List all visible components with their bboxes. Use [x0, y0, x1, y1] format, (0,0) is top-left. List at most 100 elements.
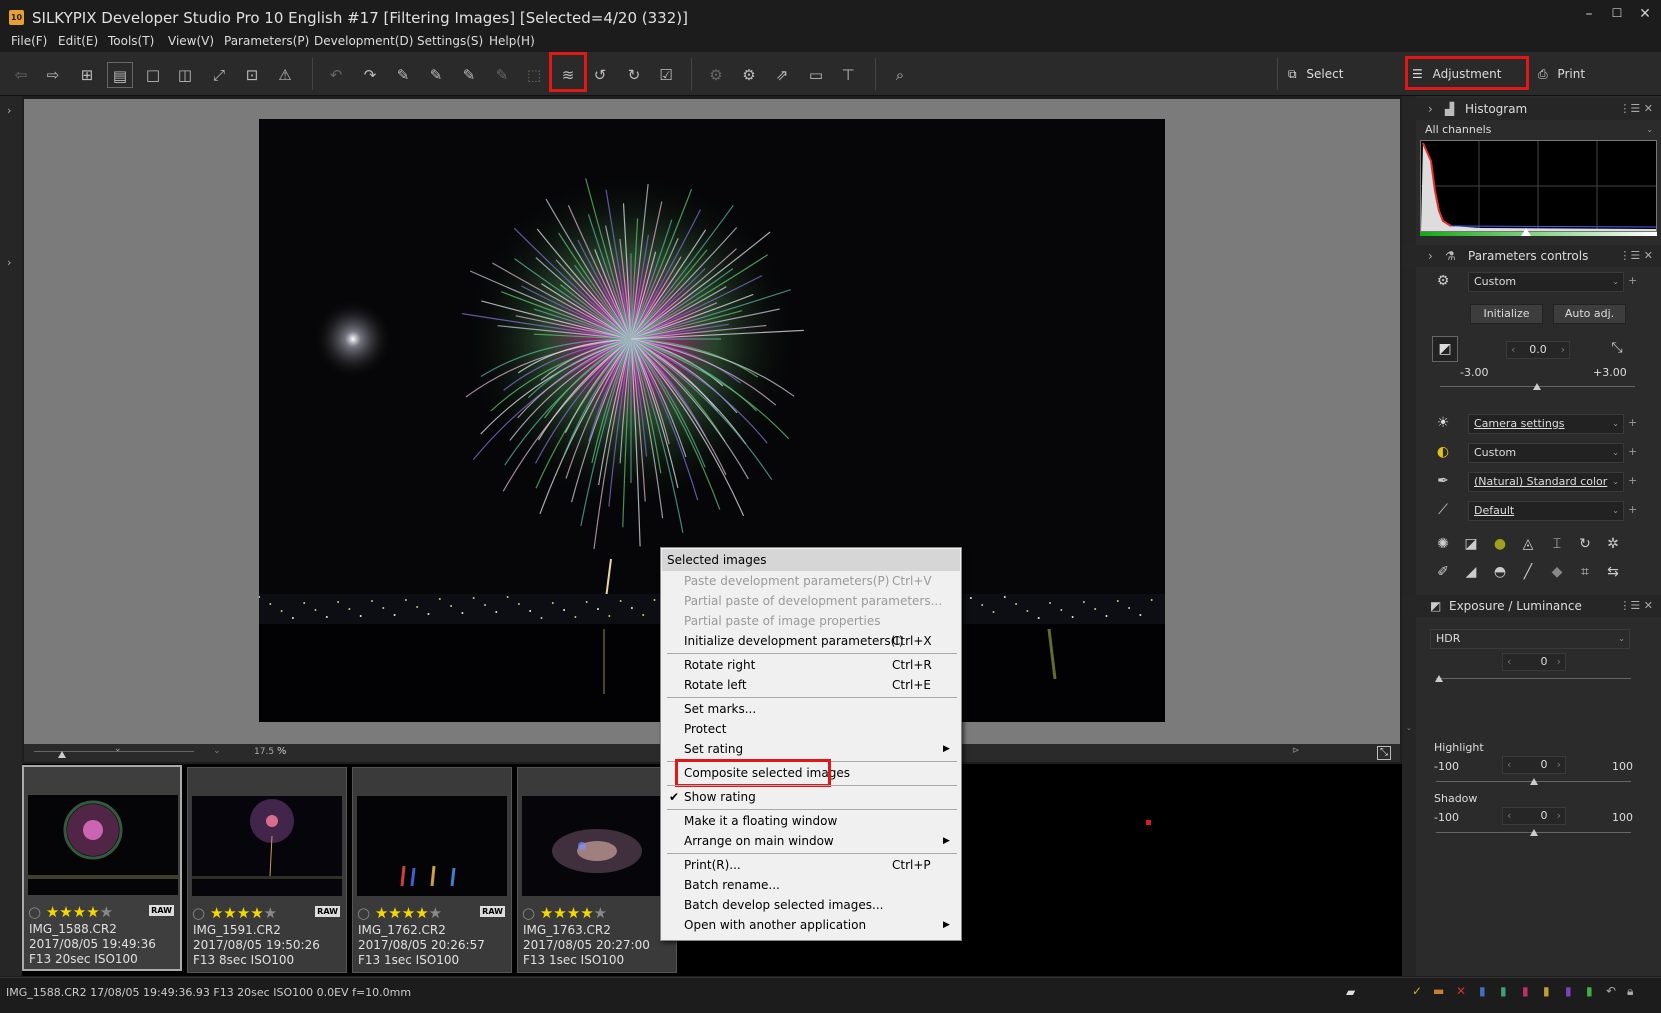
- back-icon[interactable]: ⇦: [8, 62, 34, 88]
- panel-menu-close-icon[interactable]: ⋮☰ ✕: [1619, 595, 1653, 617]
- gear-icon[interactable]: ⚙: [1433, 271, 1453, 291]
- thumbnail-card[interactable]: ○ ★★★★★ RAW IMG_1588.CR2 2017/08/05 19:4…: [22, 765, 182, 971]
- histogram-channel-select[interactable]: All channels ⌄: [1420, 121, 1657, 141]
- filmstrip-view-icon[interactable]: ▤: [107, 62, 133, 88]
- hdr-mode-select[interactable]: HDR ⌄: [1430, 629, 1630, 649]
- zoom-slider-knob[interactable]: [58, 751, 66, 758]
- zoom-dropdown-icon[interactable]: ⌄: [213, 746, 221, 756]
- batch-develop-icon[interactable]: ⚙: [703, 62, 729, 88]
- export-icon[interactable]: ⇗: [769, 62, 795, 88]
- brush-tool-icon[interactable]: ✐: [1433, 562, 1453, 582]
- fit-toggle-icon[interactable]: ⊳: [1292, 746, 1300, 756]
- exposure-luminance-header[interactable]: ◩ Exposure / Luminance ⋮☰ ✕: [1402, 595, 1661, 617]
- green-tag-icon[interactable]: ▮: [1500, 984, 1507, 998]
- thumbnail-card[interactable]: ○ ★★★★★ RAW IMG_1762.CR2 2017/08/05 20:2…: [352, 767, 512, 973]
- monitor-icon[interactable]: ▭: [803, 62, 829, 88]
- histogram-header[interactable]: › ▟ Histogram ⋮☰ ✕: [1402, 98, 1661, 120]
- undo-icon[interactable]: ↶: [323, 62, 349, 88]
- add-white-balance-icon[interactable]: +: [1628, 416, 1637, 429]
- menu-item-floating-window[interactable]: Make it a floating window: [684, 811, 954, 831]
- menu-edit[interactable]: Edit(E): [58, 34, 98, 48]
- shadow-spinner[interactable]: ‹ 0 ›: [1502, 807, 1566, 825]
- menu-item-batch-rename[interactable]: Batch rename...: [684, 875, 954, 895]
- rating-stars[interactable]: ○ ★★★★★: [522, 904, 607, 922]
- menu-item-open-with[interactable]: Open with another application: [684, 915, 954, 935]
- exposure-tool-icon[interactable]: ✺: [1433, 534, 1453, 554]
- highlight-slider-knob[interactable]: [1530, 778, 1538, 785]
- sync-params-icon[interactable]: ✎: [489, 62, 515, 88]
- green-tag-icon-2[interactable]: ▮: [1586, 984, 1593, 998]
- zoom-value[interactable]: 17.5: [254, 747, 274, 757]
- warning-icon[interactable]: ⚠: [272, 62, 298, 88]
- print-mode-button[interactable]: ⎙ Print: [1538, 58, 1585, 90]
- decrement-icon[interactable]: ‹: [1507, 808, 1511, 824]
- loupe-grid-icon[interactable]: ⊡: [239, 62, 265, 88]
- hdr-value[interactable]: 0: [1541, 655, 1548, 668]
- exposure-slider-knob[interactable]: [1533, 383, 1541, 390]
- increment-icon[interactable]: ›: [1561, 342, 1565, 358]
- develop-icon[interactable]: ⚙: [736, 62, 762, 88]
- exposure-value[interactable]: 0.0: [1529, 343, 1547, 356]
- display-mode-icon[interactable]: ▰: [1346, 985, 1355, 999]
- expand-viewer-icon[interactable]: ⤡: [1377, 746, 1391, 760]
- menu-item-batch-develop[interactable]: Batch develop selected images...: [684, 895, 954, 915]
- menu-file[interactable]: File(F): [11, 34, 47, 48]
- increment-icon[interactable]: ›: [1557, 654, 1561, 670]
- select-mode-button[interactable]: ⧉ Select: [1288, 58, 1343, 90]
- menu-item-set-marks[interactable]: Set marks...: [684, 699, 954, 719]
- noise-tool-icon[interactable]: ✲: [1603, 534, 1623, 554]
- white-balance-select[interactable]: Camera settings ⌄: [1468, 414, 1624, 434]
- auto-adj-button[interactable]: Auto adj.: [1553, 304, 1626, 324]
- exposure-bias-icon[interactable]: ◩: [1432, 336, 1458, 362]
- reject-filter-icon[interactable]: ✕: [1456, 984, 1466, 998]
- redo-icon[interactable]: ↷: [357, 62, 383, 88]
- transform-tool-icon[interactable]: ⇆: [1603, 562, 1623, 582]
- menu-item-set-rating[interactable]: Set rating: [684, 739, 954, 759]
- decrement-icon[interactable]: ‹: [1507, 757, 1511, 773]
- dust-tool-icon[interactable]: ◆: [1547, 562, 1567, 582]
- menu-tools[interactable]: Tools(T): [108, 34, 154, 48]
- menu-development[interactable]: Development(D): [314, 34, 413, 48]
- lock-filter-icon[interactable]: 🔒︎: [1627, 984, 1633, 999]
- menu-item-show-rating[interactable]: Show rating: [684, 787, 954, 807]
- thumbnail-card[interactable]: ○ ★★★★★ RAW IMG_1591.CR2 2017/08/05 19:5…: [187, 767, 347, 973]
- spot-tool-icon[interactable]: ╱: [1518, 562, 1538, 582]
- histogram-marker[interactable]: [1521, 228, 1531, 236]
- increment-icon[interactable]: ›: [1557, 757, 1561, 773]
- purple-tag-icon[interactable]: ▮: [1565, 984, 1572, 998]
- collapse-down-icon[interactable]: ⌄: [1406, 724, 1412, 732]
- crop-tool-icon[interactable]: ⌗: [1575, 562, 1595, 582]
- menu-item-partial-paste-dev[interactable]: Partial paste of development parameters.…: [684, 591, 954, 611]
- expand-slider-icon[interactable]: ⤡: [1607, 338, 1627, 358]
- forward-icon[interactable]: ⇨: [40, 62, 66, 88]
- parameters-header[interactable]: › ⚗ Parameters controls ⋮☰ ✕: [1402, 245, 1661, 267]
- close-button[interactable]: ✕: [1633, 6, 1657, 22]
- add-tone-icon[interactable]: +: [1628, 445, 1637, 458]
- sharpness-tool-icon[interactable]: ◬: [1518, 534, 1538, 554]
- menu-view[interactable]: View(V): [168, 34, 214, 48]
- copy-params-icon[interactable]: ✎: [390, 62, 416, 88]
- sharpness-select[interactable]: Default ⌄: [1468, 501, 1624, 521]
- menu-item-arrange[interactable]: Arrange on main window: [684, 831, 954, 851]
- paste-params-icon[interactable]: ✎: [423, 62, 449, 88]
- crop-icon[interactable]: ⬚: [521, 62, 547, 88]
- fish-eye-tool-icon[interactable]: ◓: [1490, 562, 1510, 582]
- thumbnail-card[interactable]: ○ ★★★★★ IMG_1763.CR2 2017/08/05 20:27:00…: [517, 767, 677, 973]
- tools-icon[interactable]: ⊤: [835, 62, 861, 88]
- lens-tool-icon[interactable]: ⌶: [1547, 534, 1567, 554]
- undo-filter-icon[interactable]: ↶: [1606, 984, 1616, 998]
- tone-curve-tool-icon[interactable]: ◪: [1461, 534, 1481, 554]
- rating-stars[interactable]: ○ ★★★★★: [357, 904, 442, 922]
- magenta-tag-icon[interactable]: ▮: [1522, 984, 1529, 998]
- highlight-spinner[interactable]: ‹ 0 ›: [1502, 756, 1566, 774]
- tone-select[interactable]: Custom ⌄: [1468, 443, 1624, 463]
- add-sharpness-icon[interactable]: +: [1628, 503, 1637, 516]
- rotate-tool-icon[interactable]: ↻: [1575, 534, 1595, 554]
- add-color-icon[interactable]: +: [1628, 474, 1637, 487]
- decrement-icon[interactable]: ‹: [1507, 654, 1511, 670]
- hdr-track[interactable]: [1436, 678, 1631, 679]
- grid-view-icon[interactable]: ⊞: [74, 62, 100, 88]
- rating-stars[interactable]: ○ ★★★★★: [28, 903, 113, 921]
- exposure-value-spinner[interactable]: ‹ 0.0 ›: [1506, 341, 1570, 359]
- shadow-slider-knob[interactable]: [1530, 829, 1538, 836]
